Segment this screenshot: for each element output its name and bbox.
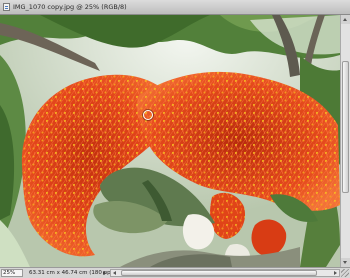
status-bar: 25% 63.31 cm x 46.74 cm (180 ppi) — [0, 267, 350, 278]
document-window: IMG_1070 copy.jpg @ 25% (RGB/8) 25% 63.3… — [0, 0, 350, 278]
image-document-icon — [3, 3, 10, 11]
document-tab[interactable]: IMG_1070 copy.jpg @ 25% (RGB/8) — [0, 0, 350, 15]
arrow-up-icon[interactable] — [341, 15, 350, 24]
document-title: IMG_1070 copy.jpg @ 25% (RGB/8) — [13, 3, 127, 11]
resize-grip-icon[interactable] — [341, 269, 349, 277]
info-menu-arrow-icon[interactable] — [103, 271, 106, 275]
horizontal-scroll-thumb[interactable] — [121, 270, 317, 276]
image-canvas[interactable] — [0, 15, 340, 267]
photo — [0, 15, 340, 267]
arrow-right-icon[interactable] — [334, 271, 337, 275]
horizontal-scrollbar[interactable] — [110, 269, 340, 277]
circle-brush-cursor-icon — [143, 110, 153, 120]
zoom-level-field[interactable]: 25% — [1, 269, 23, 277]
vertical-scroll-thumb[interactable] — [342, 61, 349, 193]
vertical-scrollbar[interactable] — [340, 15, 350, 267]
arrow-left-icon[interactable] — [113, 271, 116, 275]
document-info: 63.31 cm x 46.74 cm (180 ppi) — [29, 270, 115, 276]
arrow-down-icon[interactable] — [341, 258, 350, 267]
